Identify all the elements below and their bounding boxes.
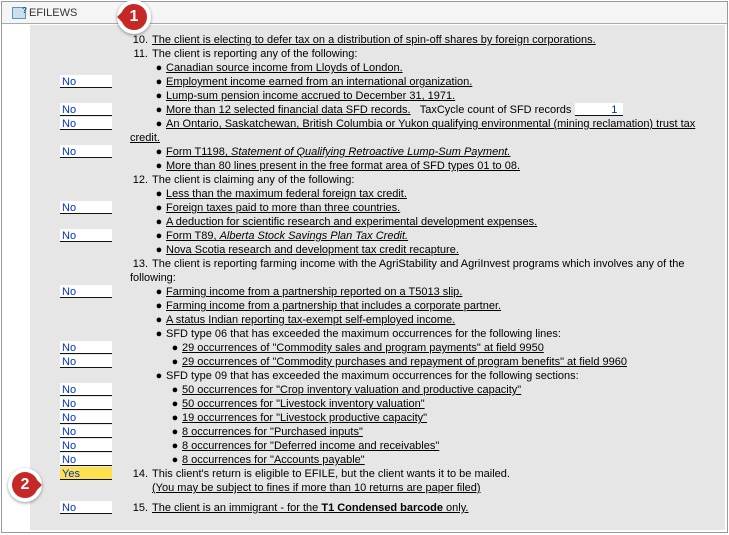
tab-title: EFILEWS <box>29 7 77 19</box>
form-icon <box>12 7 26 19</box>
form-content: 10.The client is electing to defer tax o… <box>30 25 725 530</box>
field-13d2[interactable]: No <box>60 355 112 368</box>
item-10-text[interactable]: The client is electing to defer tax on a… <box>152 34 596 46</box>
item-11g[interactable]: More than 80 lines present in the free f… <box>166 160 520 172</box>
item-12c[interactable]: A deduction for scientific research and … <box>166 216 537 228</box>
item-13a[interactable]: Farming income from a partnership report… <box>166 286 462 298</box>
line-11: 11.The client is reporting any of the fo… <box>30 47 725 61</box>
item-13b[interactable]: Farming income from a partnership that i… <box>166 300 501 312</box>
item-13e4[interactable]: 8 occurrences for "Purchased inputs" <box>182 426 363 438</box>
field-11f[interactable]: No <box>60 145 112 158</box>
item-13e6[interactable]: 8 occurrences for "Accounts payable" <box>182 454 365 466</box>
field-13a[interactable]: No <box>60 285 112 298</box>
field-13e4[interactable]: No <box>60 425 112 438</box>
sfd-count-field[interactable]: 1 <box>575 103 623 116</box>
item-12b[interactable]: Foreign taxes paid to more than three co… <box>166 202 400 214</box>
tab-efilews[interactable]: EFILEWS <box>6 4 83 22</box>
field-13e3[interactable]: No <box>60 411 112 424</box>
line-12: 12.The client is claiming any of the fol… <box>30 173 725 187</box>
item-15[interactable]: The client is an immigrant - for the T1 … <box>152 502 468 514</box>
line-15: No 15.The client is an immigrant - for t… <box>30 501 725 515</box>
item-11a[interactable]: Canadian source income from Lloyds of Lo… <box>166 62 403 74</box>
item-12d[interactable]: Form T89, Alberta Stock Savings Plan Tax… <box>166 230 408 242</box>
field-15[interactable]: No <box>60 501 112 514</box>
item-11b[interactable]: Employment income earned from an interna… <box>166 76 472 88</box>
item-12e[interactable]: Nova Scotia research and development tax… <box>166 244 459 256</box>
item-11f[interactable]: Form T1198, Statement of Qualifying Retr… <box>166 146 510 158</box>
field-12d[interactable]: No <box>60 229 112 242</box>
field-11d[interactable]: No <box>60 103 112 116</box>
line-13: 13.The client is reporting farming incom… <box>30 257 725 285</box>
field-13d1[interactable]: No <box>60 341 112 354</box>
item-13e2[interactable]: 50 occurrences for "Livestock inventory … <box>182 398 425 410</box>
line-10: 10.The client is electing to defer tax o… <box>30 33 725 47</box>
item-14-note[interactable]: (You may be subject to fines if more tha… <box>152 482 481 494</box>
item-11e[interactable]: An Ontario, Saskatchewan, British Columb… <box>130 118 695 144</box>
callout-badge-1: 1 <box>117 0 151 34</box>
item-13e: SFD type 09 that has exceeded the maximu… <box>166 370 579 382</box>
item-13e5[interactable]: 8 occurrences for "Deferred income and r… <box>182 440 439 452</box>
field-13e2[interactable]: No <box>60 397 112 410</box>
item-11c[interactable]: Lump-sum pension income accrued to Decem… <box>166 90 455 102</box>
item-13d2[interactable]: 29 occurrences of "Commodity purchases a… <box>182 356 627 368</box>
field-11e[interactable]: No <box>60 117 112 130</box>
field-12b[interactable]: No <box>60 201 112 214</box>
item-13e1[interactable]: 50 occurrences for "Crop inventory valua… <box>182 384 521 396</box>
field-14[interactable]: Yes <box>60 467 112 480</box>
line-14: Yes 14.This client's return is eligible … <box>30 467 725 481</box>
item-11d[interactable]: More than 12 selected financial data SFD… <box>166 104 411 116</box>
item-13c[interactable]: A status Indian reporting tax-exempt sel… <box>166 314 455 326</box>
field-11b[interactable]: No <box>60 75 112 88</box>
field-13e6[interactable]: No <box>60 453 112 466</box>
field-13e5[interactable]: No <box>60 439 112 452</box>
item-13e3[interactable]: 19 occurrences for "Livestock productive… <box>182 412 427 424</box>
callout-badge-2: 2 <box>8 468 42 502</box>
item-13d1[interactable]: 29 occurrences of "Commodity sales and p… <box>182 342 544 354</box>
field-13e1[interactable]: No <box>60 383 112 396</box>
item-13d: SFD type 06 that has exceeded the maximu… <box>166 328 561 340</box>
item-12a[interactable]: Less than the maximum federal foreign ta… <box>166 188 407 200</box>
